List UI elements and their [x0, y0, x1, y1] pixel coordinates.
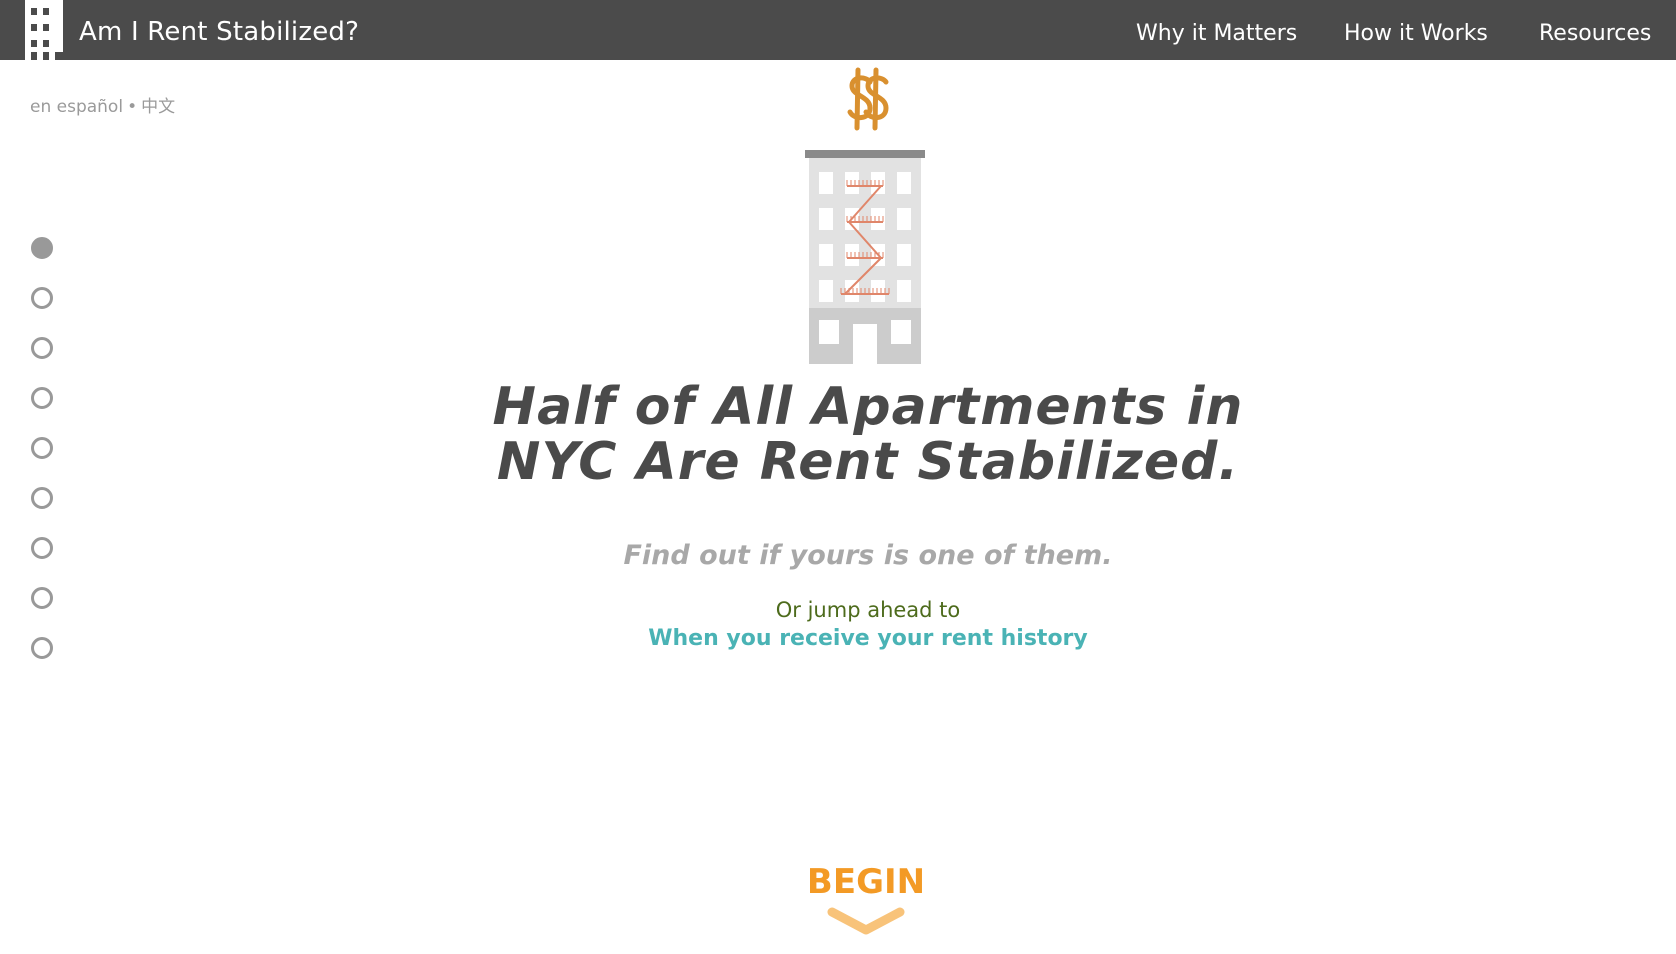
progress-dot-5[interactable] [31, 437, 53, 459]
chevron-down-icon[interactable] [826, 906, 906, 938]
nav-why-it-matters[interactable]: Why it Matters [1136, 21, 1297, 46]
hero-subhead: Find out if yours is one of them. [623, 540, 1113, 571]
hero-headline: Half of All Apartments in NYC Are Rent S… [438, 380, 1298, 490]
lang-separator: • [127, 97, 138, 117]
top-nav-bar: Am I Rent Stabilized? Why it Matters How… [0, 0, 1676, 60]
rent-stabilized-building-icon [805, 150, 925, 364]
lang-spanish-link[interactable]: en español [30, 97, 123, 117]
progress-dot-1[interactable] [31, 237, 53, 259]
site-title[interactable]: Am I Rent Stabilized? [79, 17, 359, 47]
lang-chinese-link[interactable]: 中文 [141, 97, 175, 117]
dollar-signs-icon [847, 67, 889, 131]
begin-button[interactable]: BEGIN [766, 862, 966, 902]
jump-ahead-text: Or jump ahead to [775, 598, 961, 622]
progress-dot-3[interactable] [31, 337, 53, 359]
progress-dot-4[interactable] [31, 387, 53, 409]
progress-dot-8[interactable] [31, 587, 53, 609]
hero-headline-line-2: NYC Are Rent Stabilized. [496, 432, 1240, 492]
language-switcher: en español • 中文 [30, 92, 175, 117]
nav-how-it-works[interactable]: How it Works [1344, 21, 1488, 46]
nav-resources[interactable]: Resources [1539, 21, 1651, 46]
hero-headline-line-1: Half of All Apartments in [492, 377, 1244, 437]
progress-dot-6[interactable] [31, 487, 53, 509]
building-logo-icon[interactable] [25, 0, 63, 60]
progress-dot-9[interactable] [31, 637, 53, 659]
jump-ahead-link[interactable]: When you receive your rent history [438, 626, 1298, 651]
progress-dot-7[interactable] [31, 537, 53, 559]
progress-dot-2[interactable] [31, 287, 53, 309]
